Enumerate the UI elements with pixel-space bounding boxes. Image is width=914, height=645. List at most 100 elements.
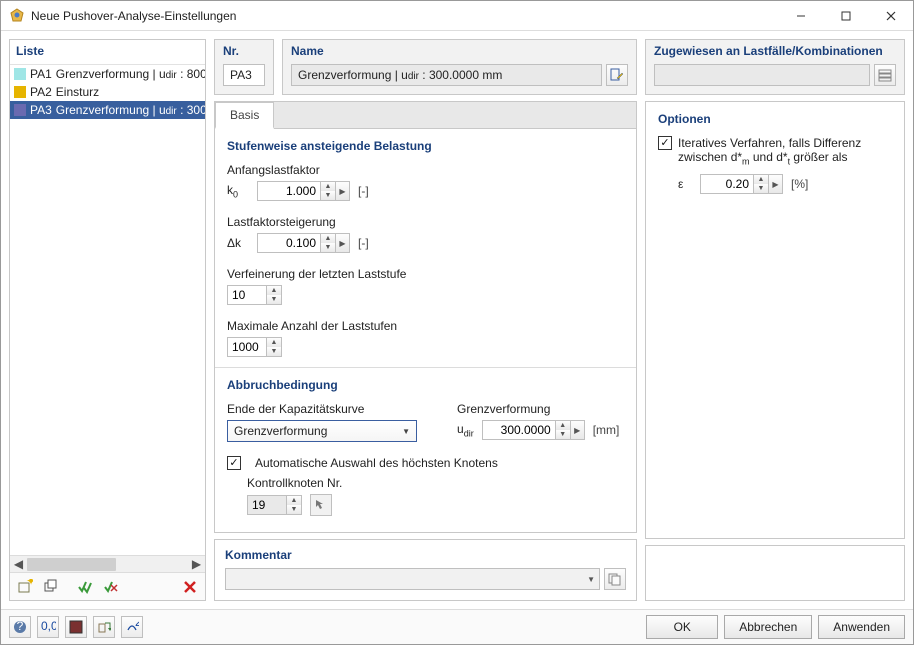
comment-combo[interactable]: ▼ bbox=[225, 568, 600, 590]
name-field[interactable]: Grenzverformung | udir : 300.0000 mm bbox=[291, 64, 602, 86]
new-item-button[interactable]: ✦ bbox=[14, 576, 36, 598]
dialog-window: Neue Pushover-Analyse-Einstellungen List… bbox=[0, 0, 914, 645]
units-button[interactable]: 0,00 bbox=[37, 616, 59, 638]
window-title: Neue Pushover-Analyse-Einstellungen bbox=[31, 9, 778, 23]
delete-item-button[interactable] bbox=[179, 576, 201, 598]
control-node-spinner: ▲▼ bbox=[247, 495, 302, 515]
list-item-label: Grenzverformung | udir : 800.0 bbox=[56, 67, 205, 81]
tab-strip: Basis bbox=[215, 102, 636, 129]
basis-panel: Basis Stufenweise ansteigende Belastung … bbox=[214, 101, 637, 533]
scroll-right-icon[interactable]: ▶ bbox=[188, 556, 205, 573]
tab-basis[interactable]: Basis bbox=[215, 102, 274, 129]
scroll-thumb[interactable] bbox=[27, 558, 116, 571]
content-area: Nr. PA3 Name Grenzverformung | udir : 30… bbox=[214, 39, 905, 601]
eps-unit: [%] bbox=[791, 177, 808, 191]
list-item-label: Grenzverformung | udir : 300.0 bbox=[56, 103, 205, 117]
auto-node-checkbox[interactable]: ✓ bbox=[227, 456, 241, 470]
apply-button[interactable]: Anwenden bbox=[818, 615, 905, 639]
k0-label: Anfangslastfaktor bbox=[227, 163, 624, 177]
eps-spinner[interactable]: ▲▼ ▶ bbox=[700, 174, 783, 194]
dk-spinner[interactable]: ▲▼ ▶ bbox=[257, 233, 350, 253]
auto-node-label: Automatische Auswahl des höchsten Knoten… bbox=[255, 456, 498, 470]
control-node-label: Kontrollknoten Nr. bbox=[247, 476, 624, 490]
bottom-toolbar: ? 0,00 2 OK Abbrechen Anwenden bbox=[1, 609, 913, 644]
assigned-field[interactable] bbox=[654, 64, 870, 86]
refine-spinner[interactable]: ▲▼ bbox=[227, 285, 282, 305]
copy-item-button[interactable] bbox=[40, 576, 62, 598]
assigned-label: Zugewiesen an Lastfälle/Kombinationen bbox=[646, 40, 904, 62]
color-swatch bbox=[14, 104, 26, 116]
limit-spinner[interactable]: ▲▼ ▶ bbox=[482, 420, 585, 440]
help-button[interactable]: ? bbox=[9, 616, 31, 638]
k0-symbol: k0 bbox=[227, 183, 249, 199]
from-model-button[interactable] bbox=[93, 616, 115, 638]
list-item[interactable]: PA1Grenzverformung | udir : 800.0 bbox=[10, 65, 205, 83]
max-spinner[interactable]: ▲▼ bbox=[227, 337, 282, 357]
list-hscrollbar[interactable]: ◀ ▶ bbox=[10, 555, 205, 572]
step-button[interactable]: ▶ bbox=[336, 181, 350, 201]
assigned-panel: Zugewiesen an Lastfälle/Kombinationen bbox=[645, 39, 905, 95]
color-swatch bbox=[14, 86, 26, 98]
k0-spinner[interactable]: ▲▼ ▶ bbox=[257, 181, 350, 201]
color-swatch bbox=[14, 68, 26, 80]
uncheck-all-button[interactable] bbox=[100, 576, 122, 598]
list-item-id: PA3 bbox=[30, 103, 52, 117]
color-button[interactable] bbox=[65, 616, 87, 638]
dk-label: Lastfaktorsteigerung bbox=[227, 215, 624, 229]
svg-text:0,00: 0,00 bbox=[41, 620, 56, 633]
dk-input[interactable] bbox=[257, 233, 321, 253]
list-panel: Liste PA1Grenzverformung | udir : 800.0P… bbox=[9, 39, 206, 601]
ok-button[interactable]: OK bbox=[646, 615, 718, 639]
control-node-input bbox=[247, 495, 287, 515]
number-value: PA3 bbox=[230, 68, 252, 82]
edit-name-button[interactable] bbox=[606, 64, 628, 86]
svg-text:?: ? bbox=[17, 620, 24, 633]
spin-buttons[interactable]: ▲▼ bbox=[321, 181, 336, 201]
list-item[interactable]: PA2 Einsturz bbox=[10, 83, 205, 101]
comment-library-button[interactable] bbox=[604, 568, 626, 590]
titlebar: Neue Pushover-Analyse-Einstellungen bbox=[1, 1, 913, 31]
list-header: Liste bbox=[10, 40, 205, 64]
close-button[interactable] bbox=[868, 1, 913, 31]
eps-symbol: ε bbox=[678, 177, 692, 191]
limit-label: Grenzverformung bbox=[457, 402, 619, 416]
chevron-down-icon: ▼ bbox=[587, 575, 595, 584]
app-icon bbox=[9, 8, 25, 24]
list-items[interactable]: PA1Grenzverformung | udir : 800.0 PA2 Eins… bbox=[10, 64, 205, 555]
name-label: Name bbox=[283, 40, 636, 62]
name-panel: Name Grenzverformung | udir : 300.0000 m… bbox=[282, 39, 637, 95]
dk-symbol: Δk bbox=[227, 236, 249, 250]
svg-text:2: 2 bbox=[135, 620, 139, 629]
pick-node-button[interactable] bbox=[310, 494, 332, 516]
list-item[interactable]: PA3 Grenzverformung | udir : 300.0 bbox=[10, 101, 205, 119]
iterative-checkbox[interactable]: ✓ bbox=[658, 136, 672, 150]
limit-input[interactable] bbox=[482, 420, 556, 440]
options-spacer-panel bbox=[645, 545, 905, 601]
endcurve-combo[interactable]: Grenzverformung ▼ bbox=[227, 420, 417, 442]
name-value-text: Grenzverformung | udir : 300.0000 mm bbox=[298, 68, 502, 82]
iterative-label: Iteratives Verfahren, falls Differenz zw… bbox=[678, 136, 892, 166]
cancel-button[interactable]: Abbrechen bbox=[724, 615, 812, 639]
number-field[interactable]: PA3 bbox=[223, 64, 265, 86]
number-label: Nr. bbox=[215, 40, 273, 62]
k0-input[interactable] bbox=[257, 181, 321, 201]
endcurve-value: Grenzverformung bbox=[234, 424, 327, 438]
minimize-button[interactable] bbox=[778, 1, 823, 31]
chevron-down-icon: ▼ bbox=[402, 427, 410, 436]
list-toolbar: ✦ bbox=[10, 572, 205, 600]
maximize-button[interactable] bbox=[823, 1, 868, 31]
svg-text:✦: ✦ bbox=[26, 579, 33, 588]
scroll-track[interactable] bbox=[27, 556, 188, 573]
check-all-button[interactable] bbox=[74, 576, 96, 598]
list-item-id: PA2 bbox=[30, 85, 52, 99]
assigned-list-button[interactable] bbox=[874, 64, 896, 86]
loading-section-header: Stufenweise ansteigende Belastung bbox=[227, 139, 624, 153]
comment-panel: Kommentar ▼ bbox=[214, 539, 637, 601]
scroll-left-icon[interactable]: ◀ bbox=[10, 556, 27, 573]
refine-input[interactable] bbox=[227, 285, 267, 305]
limit-symbol: udir bbox=[457, 422, 474, 438]
max-input[interactable] bbox=[227, 337, 267, 357]
eps-input[interactable] bbox=[700, 174, 754, 194]
list-item-label: Einsturz bbox=[56, 85, 99, 99]
default-button[interactable]: 2 bbox=[121, 616, 143, 638]
